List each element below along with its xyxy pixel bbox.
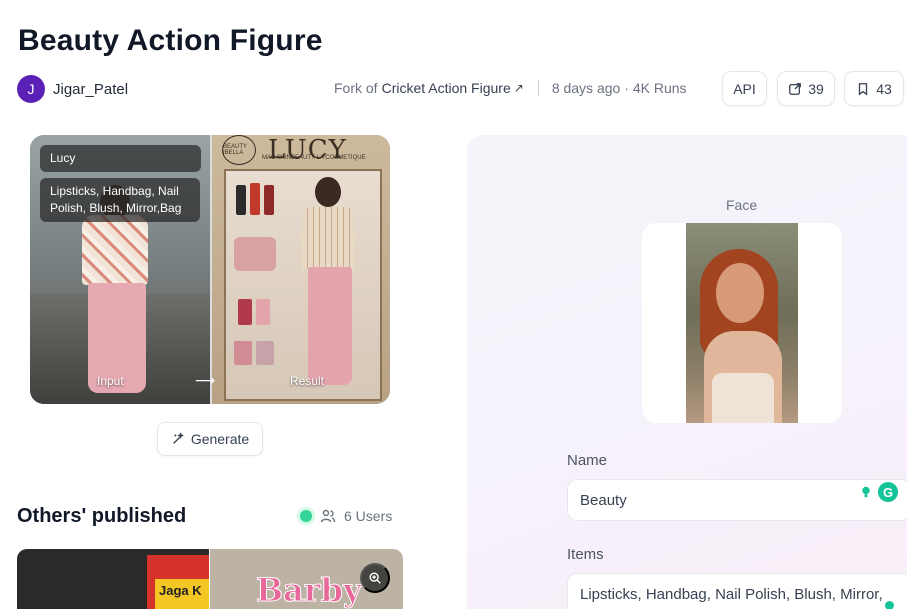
fork-icon — [789, 82, 802, 95]
published-thumbnail[interactable]: Jaga K — [17, 549, 209, 609]
input-photo — [30, 135, 210, 404]
bookmark-button[interactable]: 43 — [844, 71, 904, 106]
external-link-icon[interactable]: ↗ — [514, 81, 524, 95]
users-icon — [320, 509, 336, 523]
sign-text: Jaga K — [155, 579, 209, 609]
age-text: 8 days ago — [551, 80, 621, 96]
zoom-button[interactable] — [360, 563, 390, 593]
author-name[interactable]: Jigar_Patel — [53, 81, 128, 98]
fork-prefix: Fork of — [334, 80, 378, 96]
fork-source-link[interactable]: Cricket Action Figure — [382, 80, 511, 96]
face-upload[interactable] — [642, 223, 842, 423]
fork-count: 39 — [808, 80, 824, 97]
name-label: Name — [567, 452, 608, 469]
blush — [234, 341, 252, 365]
bookmark-count: 43 — [876, 80, 892, 97]
box-subtitle: MAC SKINBEAUTY LA COSMETIQUE — [262, 155, 366, 161]
mirror — [256, 341, 274, 365]
lipstick — [264, 185, 274, 215]
avatar[interactable]: J — [17, 75, 45, 103]
users-info[interactable]: 6 Users — [300, 508, 392, 524]
figure-pants — [308, 267, 352, 385]
nail-polish — [256, 299, 270, 325]
input-label: Input — [97, 374, 124, 388]
api-label: API — [733, 80, 756, 97]
live-indicator — [300, 510, 312, 522]
result-photo: BEAUTY IBELLA LUCY MAC SKINBEAUTY LA COS… — [212, 135, 390, 404]
lipstick — [250, 183, 260, 215]
meta-info: Fork of Cricket Action Figure ↗ 8 days a… — [334, 80, 687, 96]
page-title: Beauty Action Figure — [18, 24, 323, 57]
runs-text: · 4K Runs — [624, 80, 687, 96]
users-count: 6 Users — [344, 508, 393, 524]
bookmark-icon — [859, 82, 868, 96]
author-info[interactable]: J Jigar_Patel — [17, 75, 128, 103]
photo-face — [716, 263, 764, 323]
barbie-text: Barby — [256, 571, 363, 609]
lipstick — [236, 185, 246, 215]
preview-image[interactable]: BEAUTY IBELLA LUCY MAC SKINBEAUTY LA COS… — [30, 135, 390, 404]
girl-top — [82, 215, 148, 285]
generate-button[interactable]: Generate — [157, 422, 263, 456]
face-photo — [686, 223, 798, 423]
brand-seal: BEAUTY IBELLA — [222, 135, 256, 165]
status-dot — [885, 601, 894, 609]
others-published-title: Others' published — [17, 505, 187, 527]
grammarly-widget[interactable]: G — [856, 482, 898, 502]
api-button[interactable]: API — [722, 71, 767, 106]
divider — [537, 80, 539, 96]
nail-polish — [238, 299, 252, 325]
photo-top — [712, 373, 774, 423]
arrow-icon: ⟶ — [195, 372, 216, 388]
name-badge: Lucy — [40, 145, 201, 172]
lightbulb-icon[interactable] — [856, 482, 876, 502]
handbag — [234, 237, 276, 271]
face-label: Face — [726, 197, 758, 213]
result-label: Result — [290, 374, 325, 388]
items-label: Items — [567, 546, 604, 563]
fork-button[interactable]: 39 — [777, 71, 835, 106]
zoom-in-icon — [369, 572, 381, 584]
generate-label: Generate — [190, 431, 250, 447]
items-badge: Lipsticks, Handbag, Nail Polish, Blush, … — [40, 178, 200, 222]
magic-wand-icon — [172, 432, 184, 444]
grammarly-icon[interactable]: G — [878, 482, 898, 502]
items-textarea[interactable]: Lipsticks, Handbag, Nail Polish, Blush, … — [567, 573, 907, 609]
figure-head — [315, 177, 341, 207]
figure-top — [302, 207, 354, 269]
figure-box — [224, 169, 382, 401]
